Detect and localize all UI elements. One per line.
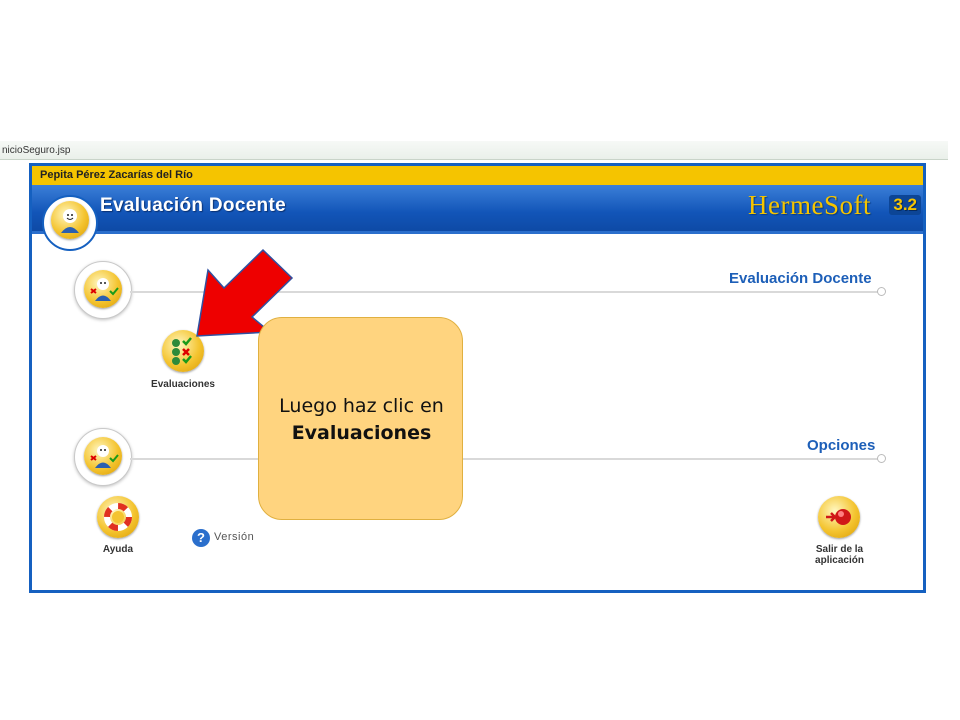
brand-logo: HermeSoft (748, 190, 871, 220)
user-name: Pepita Pérez Zacarías del Río (40, 169, 193, 181)
url-text: nicioSeguro.jsp (2, 145, 71, 156)
salir-label[interactable]: Salir de la aplicación (802, 544, 877, 566)
user-name-bar: Pepita Pérez Zacarías del Río (32, 166, 923, 185)
teacher-icon (84, 270, 122, 308)
version-link[interactable]: Versión (214, 531, 254, 543)
app-header: Evaluación Docente HermeSoft 3.2 (32, 185, 923, 231)
instruction-target: Evaluaciones (291, 422, 432, 444)
instruction-callout: Luego haz clic en Evaluaciones (258, 317, 463, 520)
salir-label-line1: Salir de la (815, 544, 864, 555)
evaluaciones-label[interactable]: Evaluaciones (140, 379, 226, 390)
app-window: Pepita Pérez Zacarías del Río Evaluación… (29, 163, 926, 593)
instruction-line: Luego haz clic en (279, 395, 444, 417)
browser-url-bar: nicioSeguro.jsp (0, 141, 948, 160)
section-divider (130, 458, 878, 460)
section-title-opciones: Opciones (807, 437, 876, 454)
section-divider-end (877, 454, 886, 463)
teacher-icon (51, 201, 89, 239)
instruction-text: Luego haz clic en Evaluaciones (259, 393, 464, 447)
help-question-icon[interactable]: ? (192, 529, 210, 547)
teacher-icon (84, 437, 122, 475)
ayuda-button[interactable] (97, 496, 139, 538)
section-divider-end (877, 287, 886, 296)
page-title: Evaluación Docente (100, 195, 286, 216)
header-stripe (32, 231, 923, 234)
salir-button[interactable] (818, 496, 860, 538)
salir-label-line2: aplicación (815, 555, 864, 566)
brand-version: 3.2 (889, 195, 921, 215)
ayuda-label[interactable]: Ayuda (88, 544, 148, 555)
section-title-evaluacion: Evaluación Docente (729, 270, 872, 287)
